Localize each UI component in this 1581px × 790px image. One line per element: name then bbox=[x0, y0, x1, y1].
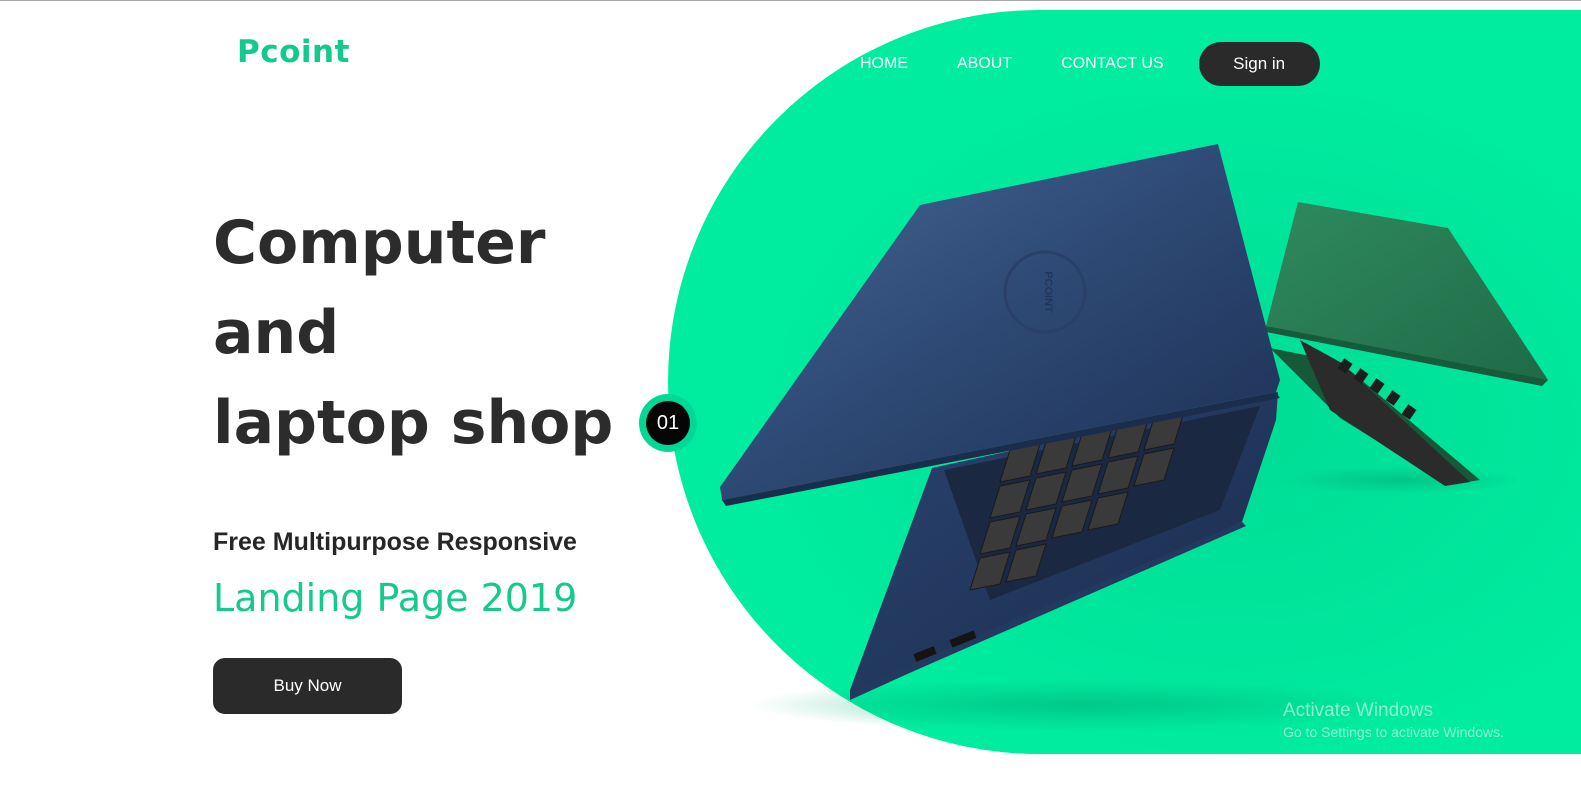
nav-item-about[interactable]: ABOUT bbox=[957, 55, 1012, 73]
hero-tagline: Landing Page 2019 bbox=[213, 576, 578, 620]
windows-activation-watermark: Activate Windows Go to Settings to activ… bbox=[1283, 700, 1504, 740]
buy-now-button[interactable]: Buy Now bbox=[213, 658, 402, 714]
headline-line-2: and bbox=[213, 298, 340, 368]
green-laptop-shadow bbox=[1280, 466, 1520, 494]
blue-laptop: PCOINT bbox=[720, 144, 1280, 700]
slide-number: 01 bbox=[646, 401, 690, 445]
watermark-title: Activate Windows bbox=[1283, 700, 1433, 721]
headline-line-3: laptop shop bbox=[213, 388, 614, 458]
nav-item-contact-us[interactable]: CONTACT US bbox=[1061, 55, 1164, 73]
green-laptop bbox=[1266, 202, 1548, 486]
hero-subline: Free Multipurpose Responsive bbox=[213, 528, 577, 556]
hero-headline: Computer and laptop shop bbox=[213, 198, 653, 468]
top-border bbox=[0, 0, 1581, 1]
slide-indicator[interactable]: 01 bbox=[639, 394, 697, 452]
sign-in-button[interactable]: Sign in bbox=[1198, 42, 1320, 86]
headline-line-1: Computer bbox=[213, 208, 546, 278]
brand-logo[interactable]: Pcoint bbox=[237, 34, 350, 70]
main-nav: HOME ABOUT CONTACT US Sign in bbox=[860, 42, 1320, 86]
landing-page: Pcoint HOME ABOUT CONTACT US Sign in Com… bbox=[0, 0, 1581, 790]
laptop-product-image: PCOINT bbox=[720, 144, 1548, 730]
pcoint-lid-mark: PCOINT bbox=[1042, 271, 1054, 313]
nav-item-home[interactable]: HOME bbox=[860, 55, 908, 73]
watermark-subtitle: Go to Settings to activate Windows. bbox=[1283, 724, 1504, 740]
